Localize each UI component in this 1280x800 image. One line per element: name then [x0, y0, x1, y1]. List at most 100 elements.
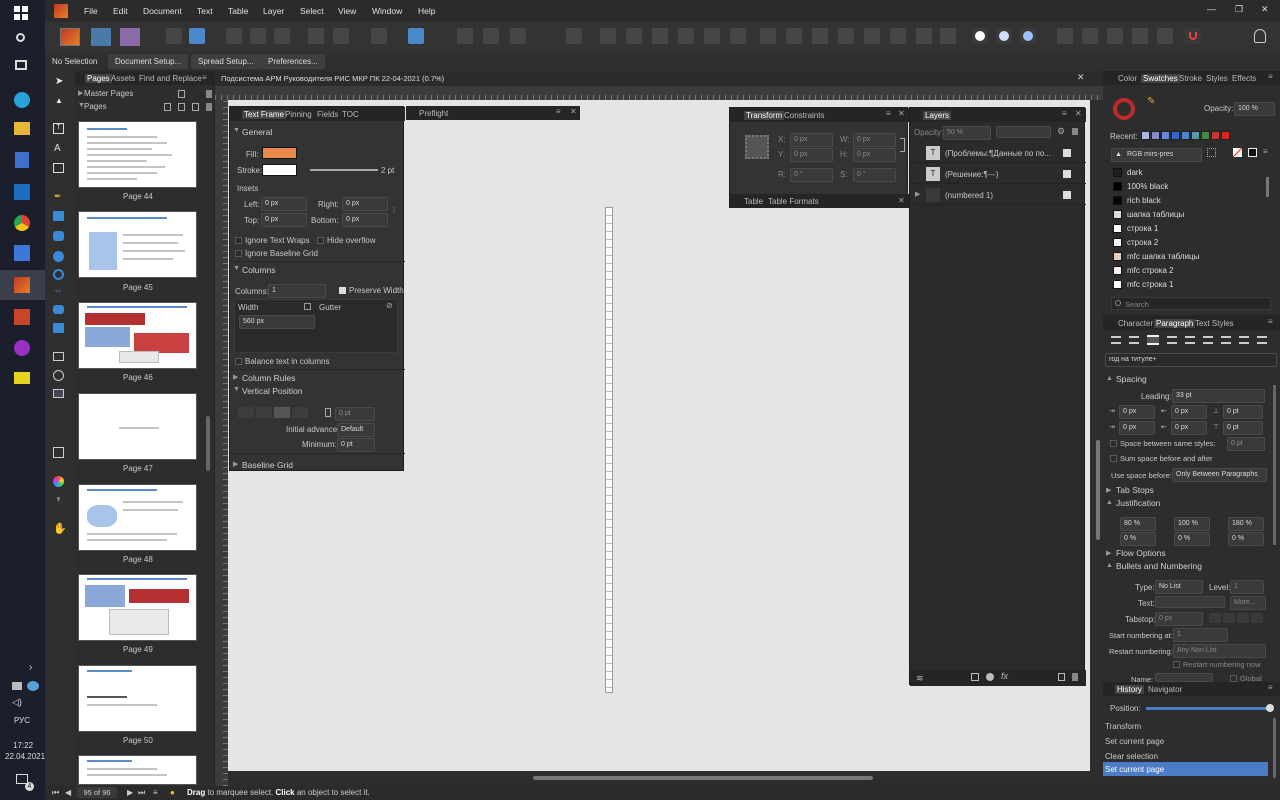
page-thumb-51-partial[interactable]	[78, 755, 197, 785]
r-field[interactable]: 0 °	[790, 168, 833, 182]
s-field[interactable]: 0 °	[853, 168, 896, 182]
align-btn-1[interactable]	[600, 28, 616, 44]
tab-swatches[interactable]: Swatches	[1141, 74, 1180, 83]
layers-menu-icon[interactable]: ≡	[1062, 109, 1067, 118]
clock-time[interactable]: 17:22	[13, 741, 33, 750]
toolbar-btn-8[interactable]	[457, 28, 473, 44]
toolbar-btn-2[interactable]	[189, 28, 205, 44]
toolbar-btn-14[interactable]	[1107, 28, 1123, 44]
list-more-button[interactable]: More...	[1230, 596, 1266, 610]
letter-spacing-desired-field[interactable]: 0 %	[1174, 532, 1210, 546]
arrange-btn-1[interactable]	[760, 28, 776, 44]
swatch-row[interactable]: mfc строка 2	[1111, 264, 1261, 277]
page-thumb-49[interactable]	[78, 574, 197, 641]
toolbar-btn-9[interactable]	[483, 28, 499, 44]
history-position-slider[interactable]	[1146, 707, 1270, 710]
media-icon[interactable]	[14, 340, 30, 356]
hide-overflow-checkbox[interactable]	[317, 237, 324, 244]
picture-frame-rect-icon[interactable]	[53, 352, 64, 361]
menu-table[interactable]: Table	[228, 6, 248, 16]
word-spacing-min-field[interactable]: 80 %	[1120, 517, 1156, 531]
anchor-grid-icon[interactable]	[745, 135, 769, 159]
justify-right-button[interactable]	[1203, 336, 1213, 344]
spread-view-icon[interactable]	[178, 103, 185, 111]
letter-spacing-max-field[interactable]: 0 %	[1228, 532, 1264, 546]
recent-color-swatch[interactable]	[1211, 131, 1220, 140]
sum-space-checkbox[interactable]	[1110, 455, 1117, 462]
align-btn-2[interactable]	[626, 28, 642, 44]
first-line-field[interactable]: 0 px	[1119, 421, 1155, 435]
columns-field[interactable]: 1	[268, 284, 326, 298]
justify-left-button[interactable]	[1167, 336, 1177, 344]
delete-page-icon[interactable]	[206, 90, 212, 98]
canvas-scrollbar-h[interactable]	[228, 771, 1103, 786]
recent-color-swatch[interactable]	[1191, 131, 1200, 140]
opacity-field[interactable]: 100 %	[1234, 102, 1275, 116]
paragraph-scrollbar[interactable]	[1273, 385, 1276, 545]
toolbar-btn-6[interactable]	[308, 28, 324, 44]
swatch-row[interactable]: строка 2	[1111, 236, 1261, 249]
toolbar-btn-5[interactable]	[274, 28, 290, 44]
baseline-grid-section[interactable]: Baseline Grid	[242, 460, 293, 470]
align-towards-spine-button[interactable]	[1239, 336, 1249, 344]
network-icon[interactable]	[12, 682, 22, 690]
align-btn-4[interactable]	[678, 28, 694, 44]
valign-justify-button[interactable]	[292, 407, 308, 418]
link-insets-icon[interactable]: ⁞	[393, 206, 395, 215]
toolbar-btn-16[interactable]	[1157, 28, 1173, 44]
last-page-icon[interactable]: ⏭	[138, 788, 145, 798]
tab-paragraph[interactable]: Paragraph	[1154, 319, 1196, 328]
flow-options-chevron-icon[interactable]: ▶	[1106, 549, 1111, 557]
boolean-subtract-icon[interactable]	[996, 28, 1012, 44]
layer-3-visible-checkbox[interactable]	[1063, 191, 1071, 199]
gutter-link-icon[interactable]: ⊘	[386, 301, 393, 310]
boolean-add-icon[interactable]	[972, 28, 988, 44]
align-btn-3[interactable]	[652, 28, 668, 44]
tab-pages[interactable]: Pages	[85, 74, 112, 83]
tab-character[interactable]: Character	[1118, 319, 1153, 328]
tab-color[interactable]: Color	[1118, 74, 1137, 83]
restart-numbering-select[interactable]: Any Non List	[1173, 644, 1266, 658]
transform-close-icon[interactable]: ✕	[898, 109, 905, 118]
tab-constraints[interactable]: Constraints	[784, 111, 824, 120]
picture-frame-ellipse-icon[interactable]	[53, 370, 64, 381]
history-item-2[interactable]: Set current page	[1105, 734, 1268, 748]
hide-overflow-label[interactable]: Hide overflow	[327, 236, 375, 245]
photo-persona-icon[interactable]	[120, 28, 140, 46]
swatch-row[interactable]: шапка таблицы	[1111, 208, 1261, 221]
right-indent-field[interactable]: 0 px	[1171, 405, 1207, 419]
arrange-btn-2[interactable]	[786, 28, 802, 44]
column-rules-chevron-icon[interactable]: ▶	[233, 373, 238, 381]
tab-fields[interactable]: Fields	[317, 110, 338, 119]
tab-table-formats[interactable]: Table Formats	[768, 197, 819, 206]
page-thumb-47[interactable]	[78, 393, 197, 460]
layer-adjust-icon[interactable]	[986, 673, 994, 681]
telegram-icon[interactable]	[14, 92, 30, 108]
master-pages-chevron-icon[interactable]: ▶	[78, 89, 83, 97]
fill-tool-icon[interactable]: ♆	[55, 494, 62, 504]
tab-history[interactable]: History	[1115, 685, 1144, 694]
general-section[interactable]: General	[242, 127, 272, 137]
swatch-row[interactable]: mfc строка 1	[1111, 278, 1261, 291]
trash-icon[interactable]	[206, 103, 212, 111]
spacing-section[interactable]: Spacing	[1116, 374, 1147, 384]
toolbar-btn-12[interactable]	[1057, 28, 1073, 44]
lock-ratio-icon[interactable]	[900, 138, 905, 152]
recent-color-swatch[interactable]	[1171, 131, 1180, 140]
y-field[interactable]: 0 px	[790, 148, 833, 162]
align-btn-6[interactable]	[730, 28, 746, 44]
document-close-icon[interactable]: ✕	[1077, 72, 1085, 83]
eyedropper-icon[interactable]: ✎	[1147, 96, 1155, 107]
outlook-icon[interactable]	[14, 184, 30, 200]
rect-tool-icon[interactable]	[53, 211, 64, 221]
valign-bottom-button[interactable]	[274, 407, 290, 418]
panel-menu-icon[interactable]: ≡	[202, 73, 207, 82]
tab-align-center-button[interactable]	[1223, 613, 1235, 623]
page-counter-field[interactable]: 95 of 96	[77, 787, 117, 798]
arrange-btn-7[interactable]	[916, 28, 932, 44]
delete-layer-icon[interactable]	[1072, 673, 1078, 681]
swatch-row[interactable]: 100% black	[1111, 180, 1261, 193]
next-page-icon[interactable]: ▶	[127, 788, 133, 797]
account-icon[interactable]	[1254, 29, 1266, 43]
ignore-baseline-label[interactable]: Ignore Baseline Grid	[245, 249, 318, 258]
